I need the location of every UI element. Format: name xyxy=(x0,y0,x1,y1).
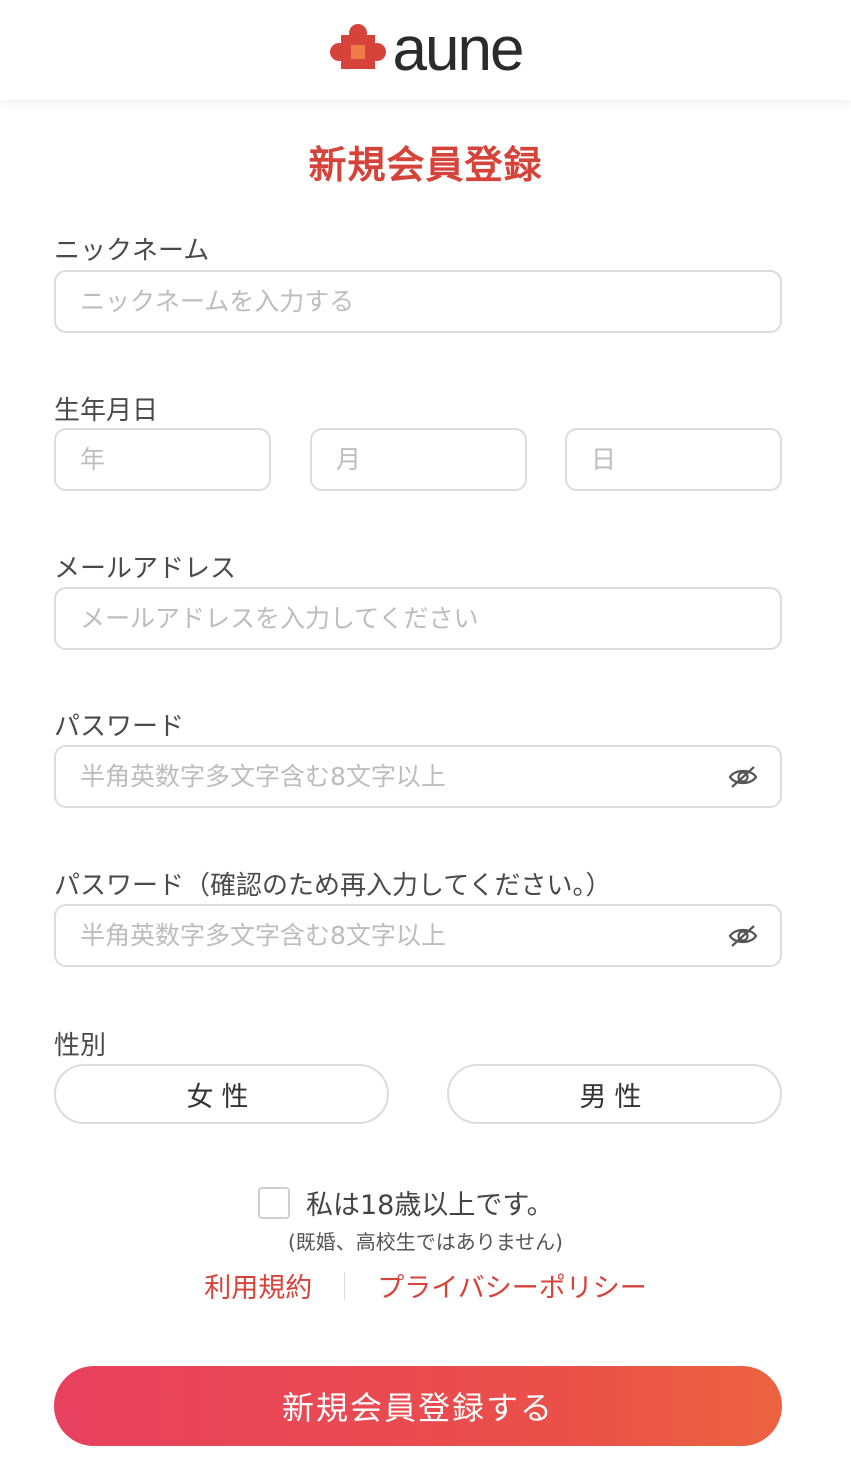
age-agreement[interactable]: 私は18歳以上です。 xyxy=(258,1183,554,1222)
puzzle-piece-icon xyxy=(329,24,386,69)
password-field[interactable] xyxy=(54,745,782,808)
terms-link[interactable]: 利用規約 xyxy=(204,1266,312,1305)
birthday-label: 生年月日 xyxy=(54,396,159,426)
email-field[interactable] xyxy=(54,587,782,650)
logo-text: aune xyxy=(392,15,525,84)
register-submit-button[interactable]: 新規会員登録する xyxy=(54,1366,782,1446)
gender-label: 性別 xyxy=(54,1031,107,1061)
eye-off-icon[interactable] xyxy=(728,765,758,789)
password-input[interactable] xyxy=(80,762,720,791)
nickname-input[interactable] xyxy=(80,287,780,316)
age-agreement-text: 私は18歳以上です。 xyxy=(306,1190,554,1221)
birth-day-input[interactable] xyxy=(591,445,780,474)
birth-month-input[interactable] xyxy=(336,445,525,474)
email-input[interactable] xyxy=(80,604,780,633)
birth-year-input[interactable] xyxy=(80,445,269,474)
policy-links: 利用規約 プライバシーポリシー xyxy=(0,1266,851,1305)
birth-year-field[interactable] xyxy=(54,428,271,491)
password-confirm-field[interactable] xyxy=(54,904,782,967)
nickname-label: ニックネーム xyxy=(54,236,210,266)
page-title: 新規会員登録 xyxy=(308,143,543,187)
nickname-field[interactable] xyxy=(54,270,782,333)
app-header: aune xyxy=(0,0,851,100)
email-label: メールアドレス xyxy=(54,554,237,584)
birth-month-field[interactable] xyxy=(310,428,527,491)
logo: aune xyxy=(329,15,525,84)
age-checkbox[interactable] xyxy=(258,1186,290,1219)
gender-male-button[interactable]: 男性 xyxy=(447,1064,782,1124)
password-confirm-label: パスワード（確認のため再入力してください。） xyxy=(54,871,612,901)
link-divider xyxy=(344,1271,346,1300)
privacy-policy-link[interactable]: プライバシーポリシー xyxy=(377,1266,646,1305)
age-agreement-note: (既婚、高校生ではありません) xyxy=(287,1230,563,1254)
eye-off-icon[interactable] xyxy=(728,924,758,948)
gender-female-button[interactable]: 女性 xyxy=(54,1064,389,1124)
password-label: パスワード xyxy=(54,712,185,742)
birth-day-field[interactable] xyxy=(565,428,782,491)
password-confirm-input[interactable] xyxy=(80,921,720,950)
